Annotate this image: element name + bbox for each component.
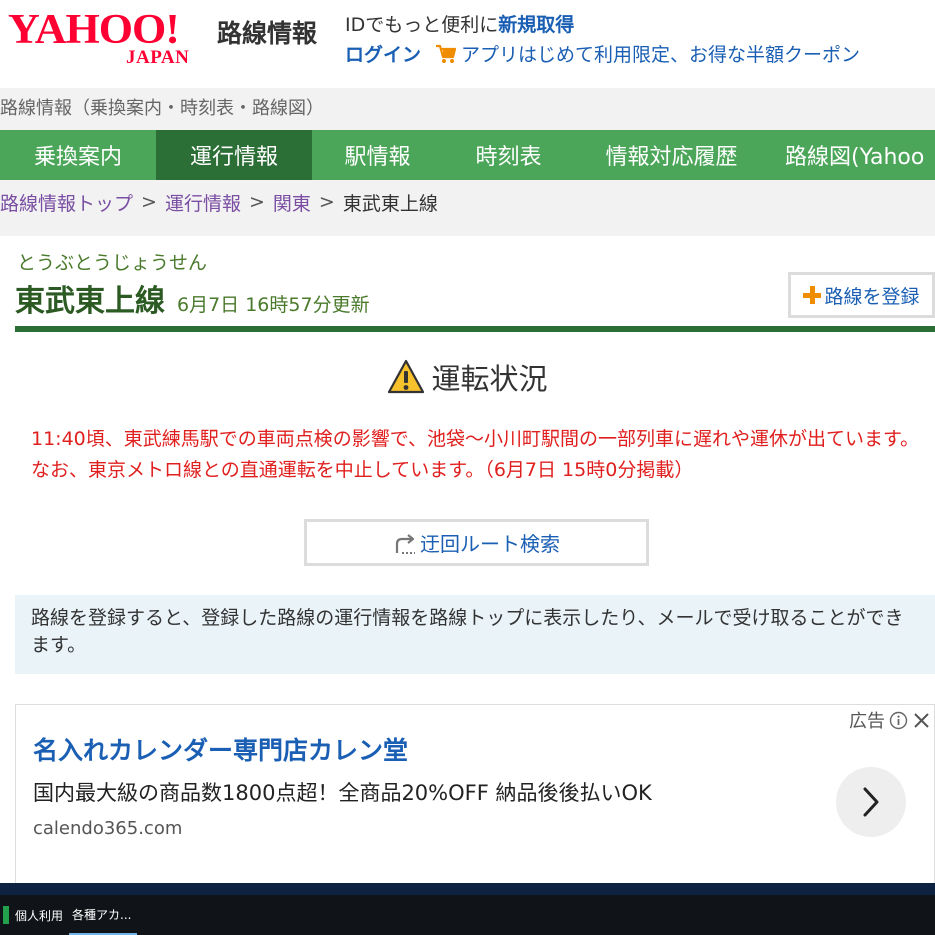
plus-icon (803, 286, 822, 304)
breadcrumb-service-info[interactable]: 運行情報 (165, 189, 241, 216)
taskbar-item-label: 各種アカ... (72, 907, 132, 922)
title-divider (15, 326, 935, 332)
os-taskbar: 個人利用 各種アカ... (0, 895, 935, 935)
nav-station-info[interactable]: 駅情報 (312, 130, 443, 180)
ad-meta: 広告 (849, 707, 930, 733)
nav-timetable[interactable]: 時刻表 (443, 130, 574, 180)
ad-description: 国内最大級の商品数1800点超！全商品20%OFF 納品後後払いOK (33, 781, 652, 805)
detour-arrow-icon (395, 533, 415, 554)
app-coupon-link[interactable]: アプリはじめて利用限定、お得な半額クーポン (461, 40, 860, 67)
logo-subtext: JAPAN (126, 47, 190, 68)
nav-transfer[interactable]: 乗換案内 (0, 130, 156, 180)
breadcrumb-separator: > (248, 191, 265, 213)
id-promo-text: IDでもっと便利に (345, 14, 499, 36)
cart-icon (435, 44, 457, 64)
breadcrumb-top[interactable]: 路線情報トップ (0, 189, 133, 216)
site-header: YAHOO! JAPAN 路線情報 IDでもっと便利に新規取得 ログイン アプリ… (0, 0, 935, 88)
breadcrumb-separator: > (141, 191, 157, 213)
breadcrumb-kanto[interactable]: 関東 (273, 189, 311, 216)
breadcrumb: 路線情報トップ > 運行情報 > 関東 > 東武東上線 (0, 180, 935, 236)
ad-next-button[interactable] (836, 767, 906, 837)
ad-headline[interactable]: 名入れカレンダー専門店カレン堂 (33, 731, 408, 767)
ad-close-icon[interactable] (913, 712, 930, 729)
status-heading: 運転状況 (0, 356, 935, 398)
ad-info-icon[interactable] (889, 711, 908, 730)
breadcrumb-separator: > (318, 191, 335, 213)
chevron-right-icon (863, 787, 879, 817)
detour-search-button[interactable]: 迂回ルート検索 (304, 519, 649, 566)
register-line-label: 路線を登録 (824, 285, 920, 308)
register-info-box: 路線を登録すると、登録した路線の運行情報を路線トップに表示したり、メールで受け取… (15, 595, 935, 674)
taskbar-item-personal[interactable]: 個人利用 (0, 895, 69, 935)
header-links: ログイン アプリはじめて利用限定、お得な半額クーポン (345, 40, 860, 67)
status-message: 11:40頃、東武練馬駅での車両点検の影響で、池袋～小川町駅間の一部列車に遅れや… (31, 428, 920, 481)
update-timestamp: 6月7日 16時57分更新 (177, 294, 370, 316)
line-reading: とうぶとうじょうせん (17, 252, 208, 274)
main-nav: 乗換案内 運行情報 駅情報 時刻表 情報対応履歴 路線図(Yahoo (0, 130, 935, 180)
line-title-row: 東武東上線 6月7日 16時57分更新 (15, 276, 370, 320)
page-title: 東武東上線 (15, 284, 165, 319)
taskbar-item-accounts[interactable]: 各種アカ... (69, 895, 138, 935)
page-subtitle-text: 路線情報（乗換案内・時刻表・路線図） (0, 98, 324, 119)
register-line-button[interactable]: 路線を登録 (788, 272, 935, 318)
status-heading-text: 運転状況 (431, 362, 548, 396)
id-signup-link[interactable]: 新規取得 (498, 14, 574, 36)
warning-icon (388, 359, 425, 394)
logo-wordmark: YAHOO! (8, 7, 180, 53)
service-name[interactable]: 路線情報 (217, 14, 317, 50)
page-subtitle: 路線情報（乗換案内・時刻表・路線図） (0, 88, 935, 130)
nav-route-map[interactable]: 路線図(Yahoo (769, 130, 935, 180)
id-promo[interactable]: IDでもっと便利に新規取得 (345, 10, 574, 37)
ad-label: 広告 (849, 711, 885, 732)
breadcrumb-current: 東武東上線 (342, 192, 438, 215)
taskbar-item-label: 個人利用 (15, 908, 64, 923)
login-link[interactable]: ログイン (345, 40, 421, 67)
nav-response-history[interactable]: 情報対応履歴 (574, 130, 769, 180)
excel-icon (3, 906, 9, 924)
yahoo-japan-logo[interactable]: YAHOO! JAPAN (8, 8, 214, 68)
ad-domain: calendo365.com (33, 818, 183, 839)
detour-search-label: 迂回ルート検索 (420, 532, 560, 556)
nav-service-info[interactable]: 運行情報 (156, 130, 312, 180)
register-info-text: 路線を登録すると、登録した路線の運行情報を路線トップに表示したり、メールで受け取… (31, 607, 904, 656)
ad-banner[interactable]: 広告 名入れカレンダー専門店カレン堂 国内最大級の商品数1800点超！全商品20… (15, 704, 935, 894)
page-footer-band (0, 883, 935, 895)
